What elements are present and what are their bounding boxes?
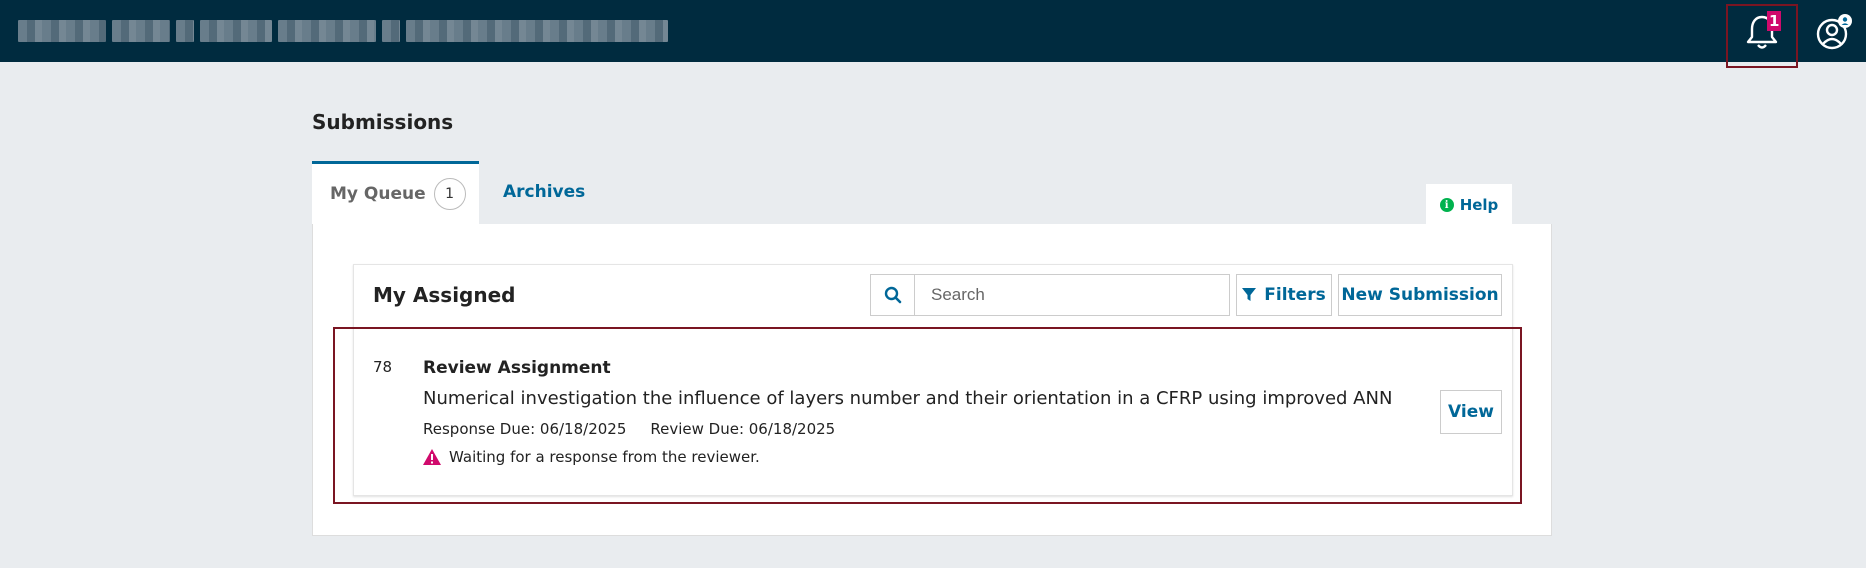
tab-archives[interactable]: Archives [503,182,585,202]
info-icon: i [1439,198,1454,212]
list-item-highlight [333,327,1522,504]
page-title: Submissions [312,110,454,134]
status-text: Waiting for a response from the reviewer… [449,448,760,466]
filters-label: Filters [1264,285,1326,305]
site-title-redacted [18,20,668,42]
new-submission-button[interactable]: New Submission [1338,274,1502,316]
tab-my-queue-count: 1 [433,178,466,210]
filter-icon [1242,288,1257,301]
list-title: My Assigned [373,283,516,307]
search-icon[interactable] [871,275,915,315]
top-bar [0,0,1866,62]
filters-button[interactable]: Filters [1236,274,1332,316]
user-icon[interactable] [1814,12,1854,52]
submission-type: Review Assignment [423,358,611,378]
submission-id: 78 [373,358,393,376]
search-input[interactable] [915,275,1229,315]
warning-icon [423,449,441,465]
notification-count-badge: 1 [1767,11,1782,31]
review-due: Review Due: 06/18/2025 [650,420,836,438]
help-label: Help [1459,196,1499,214]
submission-status: Waiting for a response from the reviewer… [423,448,760,466]
view-button[interactable]: View [1440,390,1502,434]
submission-dates: Response Due: 06/18/2025 Review Due: 06/… [423,420,835,438]
tab-my-queue-label: My Queue [330,184,426,204]
help-button[interactable]: i Help [1426,184,1512,226]
submission-title: Numerical investigation the influence of… [423,388,1393,409]
search-box [870,274,1230,316]
response-due: Response Due: 06/18/2025 [423,420,627,438]
tab-my-queue[interactable]: My Queue 1 [312,161,479,224]
